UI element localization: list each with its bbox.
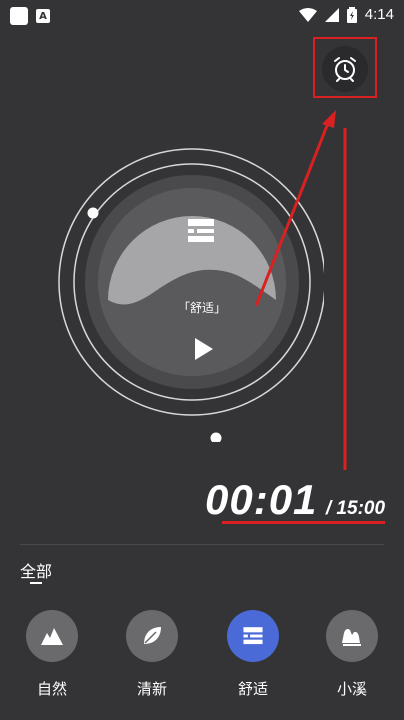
sound-player-disc bbox=[58, 148, 324, 442]
playlist-icon bbox=[188, 219, 214, 242]
tab-all-indicator bbox=[30, 582, 42, 584]
playlist-icon bbox=[243, 627, 263, 645]
wifi-icon bbox=[298, 7, 317, 22]
leaf-icon bbox=[144, 627, 161, 644]
category-nature[interactable]: 自然 bbox=[12, 610, 92, 699]
tab-all[interactable]: 全部 bbox=[20, 558, 52, 582]
play-button[interactable] bbox=[190, 336, 216, 362]
a-icon: A bbox=[36, 9, 50, 23]
signal-icon bbox=[324, 7, 339, 22]
mountain-icon bbox=[41, 628, 63, 645]
category-comfort[interactable]: 舒适 bbox=[213, 610, 293, 699]
annotation-underline bbox=[222, 521, 385, 524]
category-label: 自然 bbox=[36, 680, 67, 698]
disc-category-label: 「舒适」 bbox=[177, 301, 226, 315]
category-stream[interactable]: 小溪 bbox=[312, 610, 392, 699]
app-square-icon bbox=[10, 7, 28, 25]
play-icon bbox=[195, 338, 213, 360]
category-fresh[interactable]: 清新 bbox=[112, 610, 192, 699]
orbit-dot-top bbox=[87, 207, 99, 219]
category-label: 舒适 bbox=[237, 680, 268, 698]
battery-icon bbox=[346, 6, 357, 23]
category-label: 小溪 bbox=[336, 680, 367, 698]
section-divider bbox=[20, 544, 384, 545]
status-bar: A 4:14 bbox=[0, 0, 404, 34]
timer-current: 00:01 bbox=[205, 476, 318, 523]
category-label: 清新 bbox=[136, 680, 167, 698]
annotation-highlight-box bbox=[313, 37, 377, 98]
timer-total: / 15:00 bbox=[325, 498, 386, 519]
timer-display: 00:01 / 15:00 bbox=[205, 476, 385, 524]
status-time: 4:14 bbox=[364, 6, 394, 23]
orbit-dot-bottom bbox=[210, 432, 222, 442]
stream-icon bbox=[342, 629, 361, 646]
